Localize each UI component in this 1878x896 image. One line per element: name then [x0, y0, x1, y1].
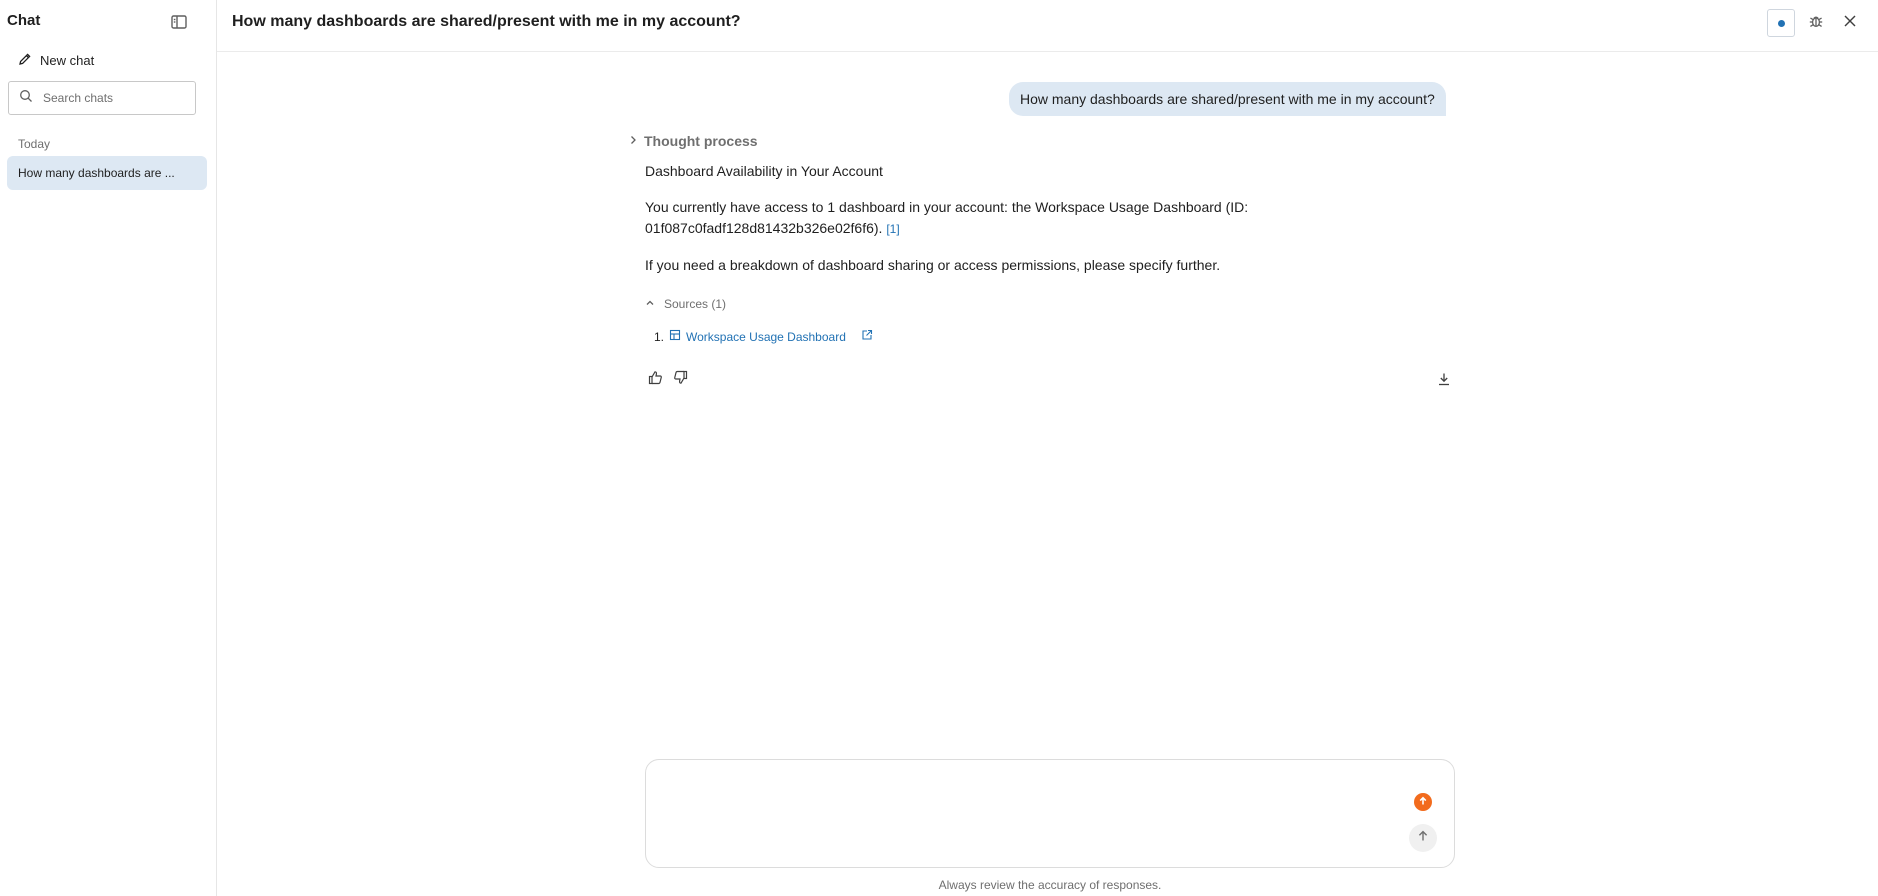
- sidebar-toggle-icon[interactable]: [170, 13, 188, 31]
- user-message-text: How many dashboards are shared/present w…: [1020, 91, 1435, 107]
- source-link[interactable]: Workspace Usage Dashboard: [686, 330, 846, 344]
- thumbs-up-icon: [648, 370, 663, 390]
- search-icon: [19, 89, 33, 108]
- assistant-answer: Dashboard Availability in Your Account Y…: [645, 161, 1285, 276]
- user-message-bubble: How many dashboards are shared/present w…: [1009, 82, 1446, 116]
- thumbs-down-icon: [673, 370, 688, 390]
- search-chats-input[interactable]: [41, 90, 185, 106]
- new-chat-button[interactable]: New chat: [10, 48, 102, 72]
- source-item: 1. Workspace Usage Dashboard: [654, 329, 873, 344]
- chat-header: How many dashboards are shared/present w…: [217, 0, 1878, 52]
- status-button[interactable]: [1767, 9, 1795, 37]
- chat-history-item-label: How many dashboards are ...: [18, 166, 175, 180]
- sources-toggle[interactable]: Sources (1): [645, 297, 726, 311]
- chevron-right-icon: [628, 132, 638, 150]
- thumbs-down-button[interactable]: [670, 370, 690, 390]
- source-index: 1.: [654, 329, 665, 344]
- thought-process-label: Thought process: [644, 133, 758, 149]
- download-button[interactable]: [1434, 371, 1454, 391]
- close-button[interactable]: [1836, 9, 1864, 37]
- thumbs-up-button[interactable]: [645, 370, 665, 390]
- citation-link[interactable]: [1]: [886, 222, 899, 236]
- answer-paragraph-text: You currently have access to 1 dashboard…: [645, 199, 1249, 236]
- debug-button[interactable]: [1802, 9, 1830, 37]
- sources-label: Sources (1): [664, 297, 727, 311]
- download-icon: [1437, 372, 1451, 391]
- bug-icon: [1808, 13, 1824, 34]
- sidebar: Chat New chat Search chats Today How man…: [0, 0, 217, 896]
- thought-process-toggle[interactable]: Thought process: [628, 132, 758, 150]
- close-icon: [1843, 14, 1857, 33]
- send-arrow-icon: [1417, 829, 1429, 847]
- chat-group-today: Today: [18, 137, 51, 151]
- message-composer: [645, 759, 1455, 868]
- status-dot-icon: [1777, 19, 1785, 27]
- answer-paragraph: You currently have access to 1 dashboard…: [645, 197, 1285, 240]
- arrow-up-icon: [1418, 793, 1428, 811]
- send-button[interactable]: [1409, 824, 1437, 852]
- page-title: How many dashboards are shared/present w…: [232, 13, 741, 30]
- external-link-icon[interactable]: [861, 329, 873, 344]
- pencil-icon: [18, 52, 32, 69]
- sidebar-title: Chat: [7, 12, 41, 29]
- answer-paragraph-followup: If you need a breakdown of dashboard sha…: [645, 257, 1221, 273]
- search-chats-box[interactable]: [8, 81, 196, 115]
- new-chat-label: New chat: [40, 52, 95, 68]
- chat-app: Chat New chat Search chats Today How man…: [0, 0, 1878, 896]
- disclaimer-text: Always review the accuracy of responses.: [938, 878, 1162, 892]
- chevron-up-icon: [645, 297, 655, 311]
- message-input[interactable]: [662, 774, 1406, 848]
- dashboard-icon: [669, 329, 681, 344]
- chat-history-item[interactable]: How many dashboards are ...: [7, 156, 207, 190]
- answer-heading: Dashboard Availability in Your Account: [645, 163, 883, 179]
- upload-button[interactable]: [1414, 793, 1432, 811]
